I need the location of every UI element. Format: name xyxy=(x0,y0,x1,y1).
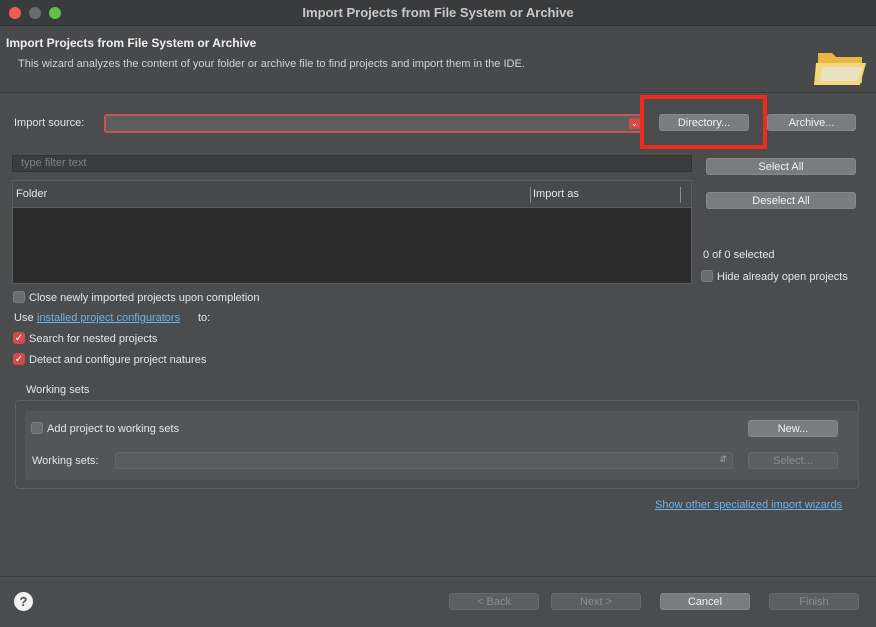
working-sets-combo[interactable]: ⇵ xyxy=(115,452,733,469)
import-source-combo[interactable]: ⌄ xyxy=(104,114,644,133)
wizard-title: Import Projects from File System or Arch… xyxy=(6,36,257,50)
select-all-button[interactable]: Select All xyxy=(706,158,856,175)
working-sets-label: Working sets: xyxy=(32,455,99,467)
help-icon[interactable]: ? xyxy=(14,592,33,611)
check-icon: ✓ xyxy=(14,333,24,344)
folder-open-icon xyxy=(814,53,866,85)
next-button[interactable]: Next > xyxy=(551,593,641,610)
add-working-sets-label: Add project to working sets xyxy=(47,423,180,435)
cancel-button[interactable]: Cancel xyxy=(660,593,750,610)
configurators-link[interactable]: installed project configurators xyxy=(37,312,180,324)
selected-count: 0 of 0 selected xyxy=(703,249,775,261)
new-working-set-button[interactable]: New... xyxy=(748,420,838,437)
window-title: Import Projects from File System or Arch… xyxy=(302,5,574,20)
close-imported-checkbox[interactable] xyxy=(13,291,25,303)
hide-open-label: Hide already open projects xyxy=(717,271,848,283)
hide-open-checkbox[interactable] xyxy=(701,270,713,282)
table-header: Folder Import as xyxy=(13,181,691,208)
filter-input[interactable]: type filter text xyxy=(12,155,692,172)
working-sets-group xyxy=(15,400,859,489)
use-prefix: Use xyxy=(14,312,34,324)
check-icon: ✓ xyxy=(14,354,24,365)
deselect-all-button[interactable]: Deselect All xyxy=(706,192,856,209)
chevron-down-icon: ⌄ xyxy=(629,118,640,129)
search-nested-checkbox[interactable]: ✓ xyxy=(13,332,25,344)
wizard-header: Import Projects from File System or Arch… xyxy=(0,27,876,93)
working-sets-group-label: Working sets xyxy=(26,384,90,396)
chevron-updown-icon: ⇵ xyxy=(719,454,727,464)
column-divider xyxy=(530,187,531,203)
detect-natures-label: Detect and configure project natures xyxy=(29,354,207,366)
column-divider xyxy=(680,187,681,203)
show-other-wizards-link[interactable]: Show other specialized import wizards xyxy=(655,499,842,511)
detect-natures-checkbox[interactable]: ✓ xyxy=(13,353,25,365)
select-working-sets-button[interactable]: Select... xyxy=(748,452,838,469)
footer-divider xyxy=(0,576,876,577)
column-folder[interactable]: Folder xyxy=(16,188,47,200)
archive-button[interactable]: Archive... xyxy=(767,114,856,131)
add-working-sets-checkbox[interactable] xyxy=(31,422,43,434)
import-source-label: Import source: xyxy=(14,117,85,129)
column-import-as[interactable]: Import as xyxy=(533,188,579,200)
finish-button[interactable]: Finish xyxy=(769,593,859,610)
title-bar: Import Projects from File System or Arch… xyxy=(0,0,876,26)
wizard-description: This wizard analyzes the content of your… xyxy=(18,58,525,70)
use-suffix: to: xyxy=(198,312,211,324)
projects-table[interactable]: Folder Import as xyxy=(12,180,692,284)
working-sets-panel xyxy=(25,411,859,480)
search-nested-label: Search for nested projects xyxy=(29,333,158,345)
highlight-annotation xyxy=(640,95,767,149)
close-imported-label: Close newly imported projects upon compl… xyxy=(29,292,260,304)
back-button[interactable]: < Back xyxy=(449,593,539,610)
